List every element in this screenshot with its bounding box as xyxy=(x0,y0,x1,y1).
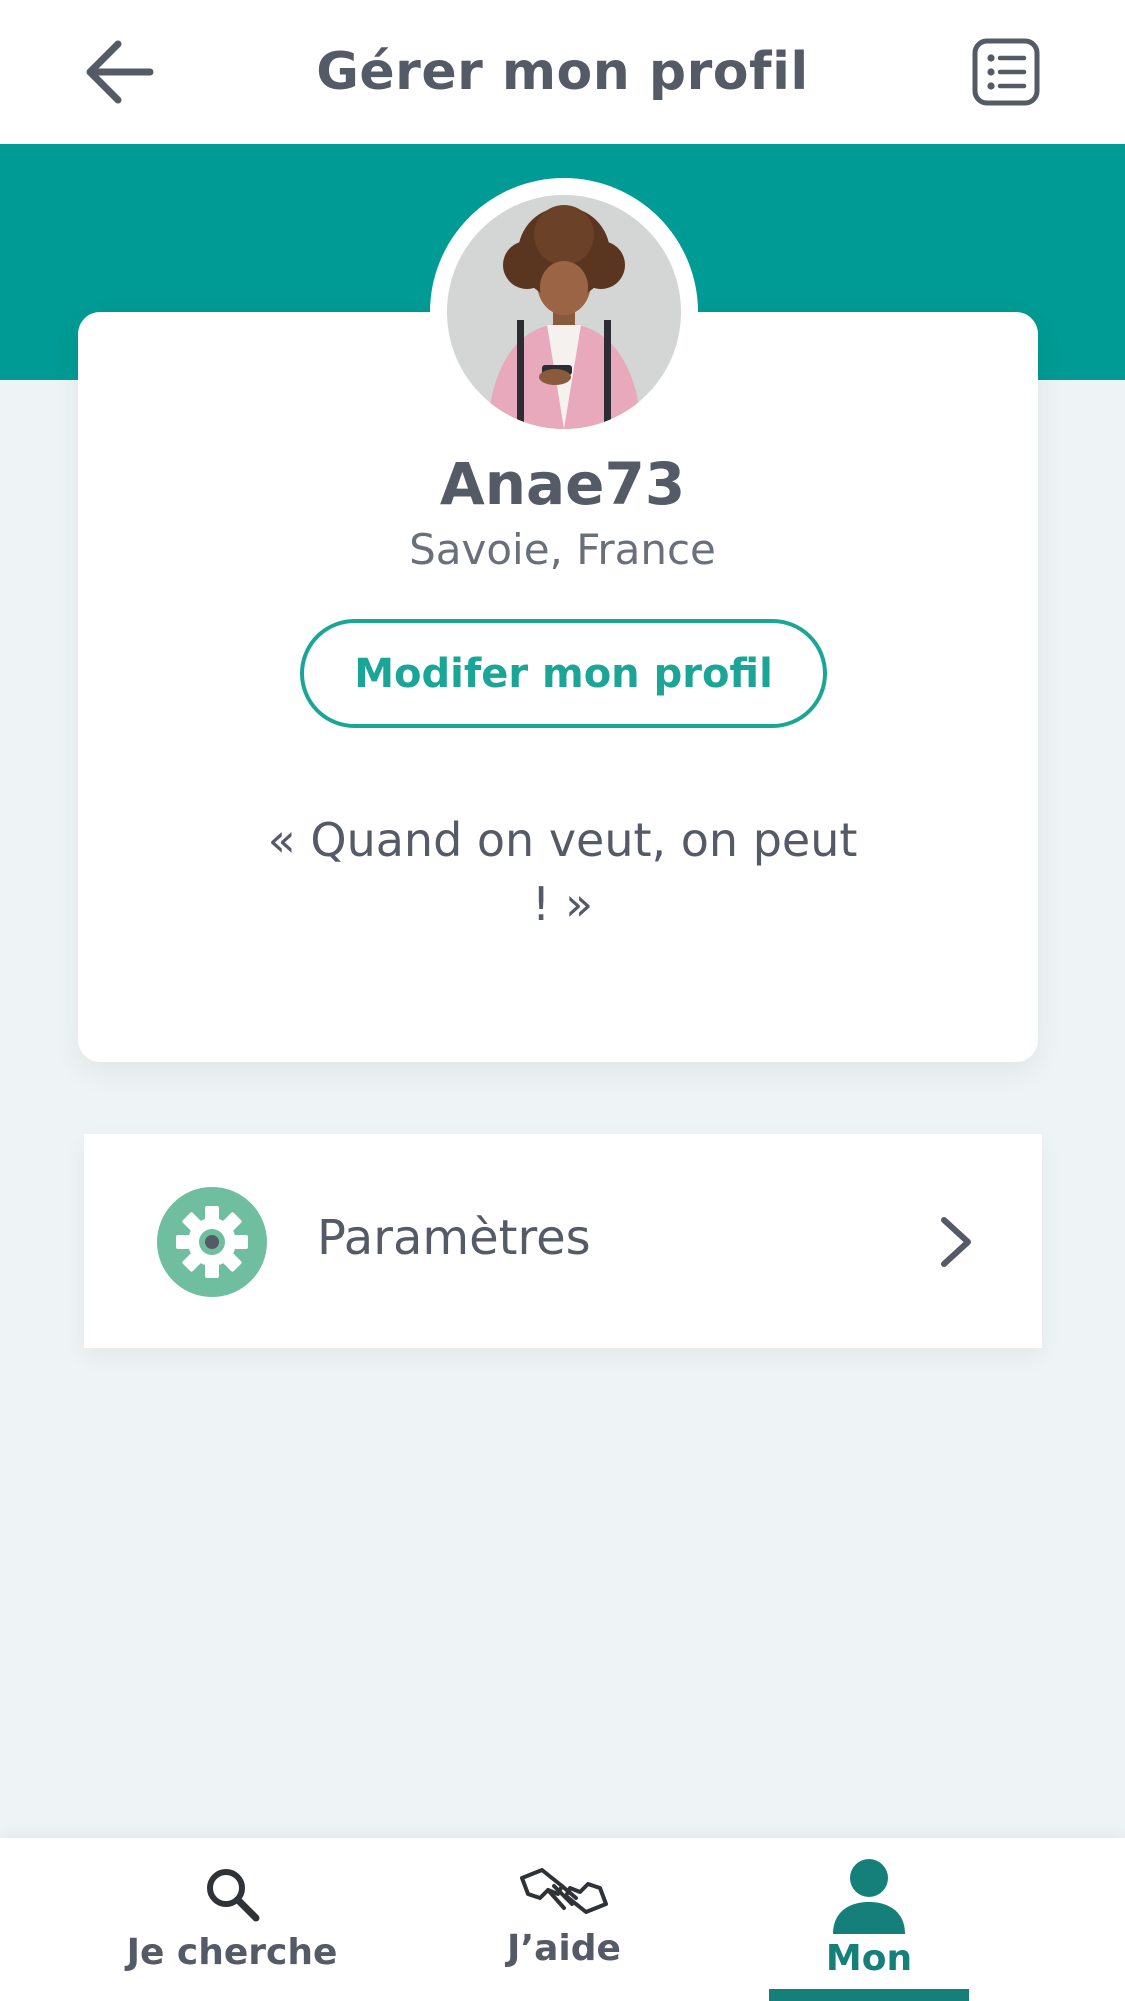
profile-quote: « Quand on veut, on peut ! » xyxy=(267,813,858,931)
nav-item-mon-espace[interactable]: Mon espace xyxy=(769,1838,969,2001)
helping-hands-icon xyxy=(520,1868,608,1914)
settings-row[interactable]: Paramètres xyxy=(84,1134,1042,1348)
search-icon xyxy=(207,1869,260,1922)
list-menu-button[interactable] xyxy=(972,38,1040,106)
active-tab-indicator xyxy=(769,1989,969,2001)
top-bar: Gérer mon profil xyxy=(0,0,1125,144)
bottom-nav: Je cherche J’aide Mon espace xyxy=(0,1838,1125,2001)
avatar[interactable] xyxy=(447,195,681,429)
nav-label: J’aide xyxy=(507,1928,621,1969)
list-icon xyxy=(972,38,1040,106)
arrow-left-icon xyxy=(86,40,154,104)
page-title: Gérer mon profil xyxy=(316,42,809,102)
gear-icon xyxy=(157,1187,267,1297)
chevron-right-icon xyxy=(941,1217,971,1267)
nav-label: Je cherche xyxy=(126,1932,338,1973)
user-location: Savoie, France xyxy=(409,525,716,574)
back-button[interactable] xyxy=(78,30,162,114)
username: Anae73 xyxy=(439,450,686,518)
settings-label: Paramètres xyxy=(317,1210,591,1266)
user-icon xyxy=(833,1859,905,1934)
avatar-frame xyxy=(430,178,698,446)
nav-item-j-aide[interactable]: J’aide xyxy=(444,1838,684,2001)
profile-page: Gérer mon profil Anae73 Savoie, France M… xyxy=(0,0,1125,2001)
nav-item-je-cherche[interactable]: Je cherche xyxy=(112,1838,352,2001)
edit-profile-button[interactable]: Modifer mon profil xyxy=(300,619,827,728)
